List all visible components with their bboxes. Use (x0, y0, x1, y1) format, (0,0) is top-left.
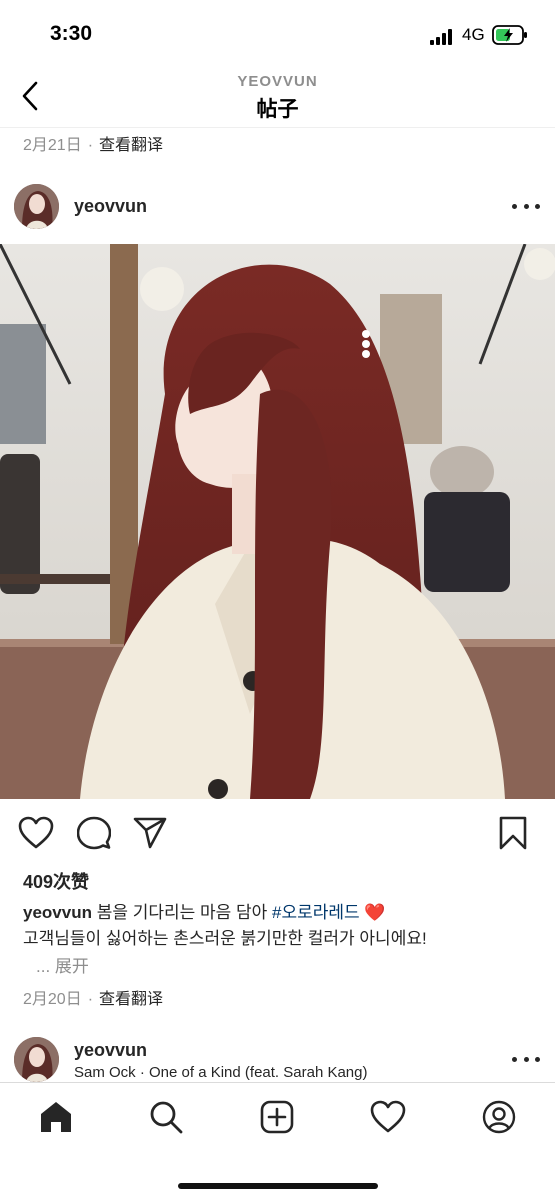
post-date: 2月20日 (23, 991, 82, 1008)
tab-search[interactable] (146, 1097, 186, 1137)
more-options-button[interactable] (512, 1052, 540, 1066)
search-icon (150, 1101, 183, 1134)
share-icon (133, 817, 167, 849)
avatar[interactable] (14, 1037, 59, 1082)
see-translation-link[interactable]: 查看翻译 (99, 991, 163, 1008)
like-count[interactable]: 409次赞 (23, 868, 89, 894)
tab-profile[interactable] (479, 1097, 519, 1137)
signal-icon (430, 28, 454, 45)
music-info[interactable]: Sam Ock · One of a Kind (feat. Sarah Kan… (74, 1064, 367, 1081)
create-icon (260, 1100, 294, 1134)
comment-icon (77, 816, 111, 850)
caption-text: 봄을 기다리는 마음 담아 (91, 903, 272, 922)
activity-icon (370, 1100, 406, 1133)
profile-icon (482, 1100, 516, 1134)
post-username[interactable]: yeovvun (74, 196, 147, 217)
tab-create[interactable] (257, 1097, 297, 1137)
comment-button[interactable] (74, 813, 114, 853)
status-time: 3:30 (50, 22, 93, 45)
more-options-button[interactable] (512, 199, 540, 213)
separator: · (87, 991, 94, 1008)
tab-activity[interactable] (368, 1097, 408, 1137)
bookmark-icon (499, 816, 527, 850)
heart-icon (18, 816, 54, 849)
like-button[interactable] (16, 813, 56, 853)
separator: · (87, 137, 94, 154)
home-indicator (178, 1183, 378, 1189)
battery-charging-icon (492, 25, 527, 45)
see-translation-link[interactable]: 查看翻译 (99, 137, 163, 154)
status-bar: 3:30 4G (0, 0, 555, 66)
share-button[interactable] (130, 813, 170, 853)
more-horizontal-icon (512, 203, 517, 209)
tab-home[interactable] (36, 1097, 76, 1137)
avatar[interactable] (14, 184, 59, 229)
hashtag-link[interactable]: #오로라레드 (272, 903, 360, 922)
tab-bar (0, 1082, 555, 1200)
caption-username[interactable]: yeovvun (23, 903, 92, 922)
expand-caption-link[interactable]: ... 展开 (36, 952, 89, 977)
previous-post-meta: 2月21日 · 查看翻译 (23, 131, 163, 155)
save-button[interactable] (493, 813, 533, 853)
network-type: 4G (462, 25, 485, 44)
next-post-username[interactable]: yeovvun (74, 1040, 147, 1061)
caption: yeovvun 봄을 기다리는 마음 담아 #오로라레드 ❤️ 고객님들이 싫어… (23, 900, 543, 952)
more-horizontal-icon (512, 1056, 517, 1062)
header-account: YEOVVUN (237, 73, 318, 90)
post-photo[interactable] (0, 244, 555, 799)
caption-line-2: 고객님들이 싫어하는 촌스러운 붉기만한 컬러가 아니에요! (23, 929, 427, 948)
heart-emoji: ❤️ (359, 903, 386, 922)
header: YEOVVUN 帖子 (0, 66, 555, 128)
page-title: 帖子 (256, 98, 299, 121)
home-icon (41, 1102, 71, 1132)
previous-post-date: 2月21日 (23, 137, 82, 154)
post-meta: 2月20日 · 查看翻译 (23, 985, 163, 1009)
